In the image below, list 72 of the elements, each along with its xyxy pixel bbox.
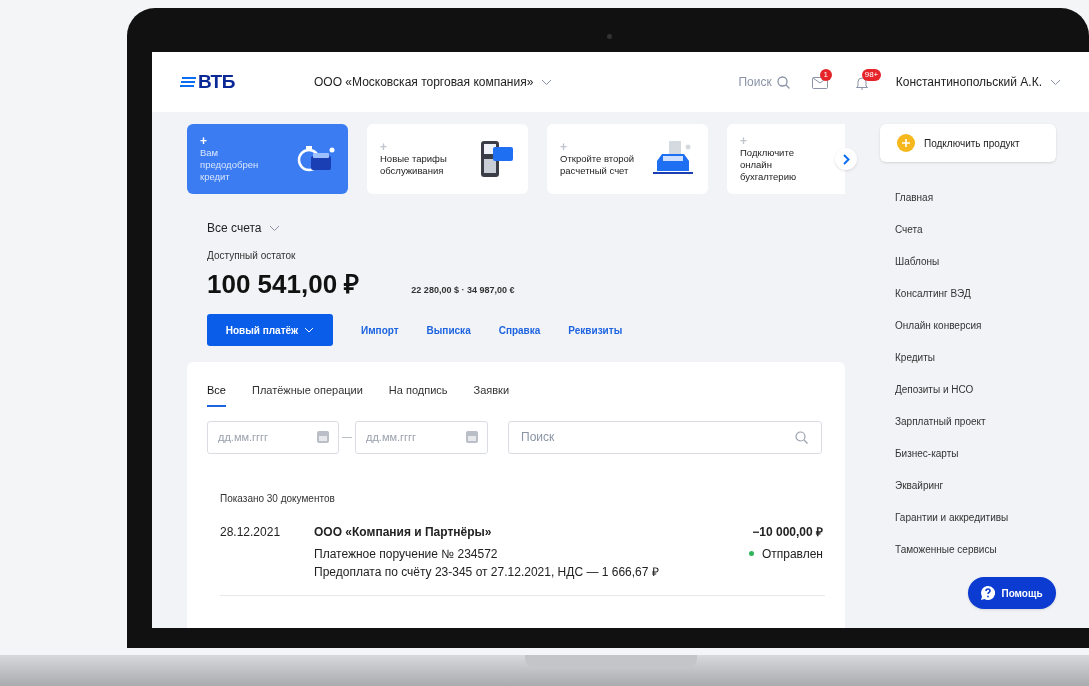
chevron-down-icon bbox=[541, 78, 553, 86]
sidebar-item[interactable]: Шаблоны bbox=[880, 246, 1060, 278]
plus-sign: + bbox=[380, 141, 388, 153]
calendar-icon bbox=[466, 430, 478, 443]
sidebar-item[interactable]: Зарплатный проект bbox=[880, 406, 1060, 438]
payment-status: Отправлен bbox=[761, 545, 823, 563]
search-icon bbox=[776, 75, 790, 89]
action-link[interactable]: Импорт bbox=[361, 322, 399, 338]
plus-sign: + bbox=[740, 135, 748, 147]
counterparty-name: ООО «Компания и Партнёры» bbox=[314, 523, 493, 541]
card-terminal-icon bbox=[479, 139, 515, 179]
promo-card[interactable]: + Новые тарифы обслуживания bbox=[367, 124, 528, 194]
sidebar-item[interactable]: Депозиты и НСО bbox=[880, 374, 1060, 406]
new-payment-button[interactable]: Новый платёж bbox=[207, 314, 333, 346]
balance-amount: 100 541,00 ₽ bbox=[207, 268, 360, 301]
document-number: Платежное поручение № 234572 bbox=[314, 545, 499, 563]
tab[interactable]: На подпись bbox=[388, 382, 448, 407]
chevron-down-icon bbox=[1050, 78, 1061, 86]
accounts-selector[interactable]: Все счета bbox=[207, 219, 281, 237]
sidebar-item[interactable]: Главная bbox=[880, 182, 1060, 214]
sidebar-item[interactable]: Эквайринг bbox=[880, 470, 1060, 502]
notification-badge: 98+ bbox=[861, 69, 882, 81]
action-link[interactable]: Справка bbox=[498, 322, 541, 338]
next-arrow-button[interactable] bbox=[835, 148, 857, 170]
promo-text: Откройте второй расчетный счет bbox=[560, 153, 636, 177]
mail-icon[interactable] bbox=[811, 77, 828, 89]
promo-text: Новые тарифы обслуживания bbox=[380, 153, 448, 177]
currency-balances: 22 280,00 $ · 34 987,00 € bbox=[411, 284, 515, 297]
bell-icon[interactable] bbox=[855, 76, 868, 90]
connect-product-button[interactable]: Подключить продукт bbox=[880, 124, 1056, 162]
payment-amount: −10 000,00 ₽ bbox=[752, 523, 823, 541]
question-bubble-icon bbox=[981, 586, 996, 600]
promo-card[interactable]: + Подключите онлайн бухгалтерию bbox=[727, 124, 845, 194]
date-to-field[interactable]: дд.мм.гггг bbox=[355, 420, 488, 454]
promo-text: Подключите онлайн бухгалтерию bbox=[740, 147, 798, 183]
sidebar-item[interactable]: Счета bbox=[880, 214, 1060, 246]
sidebar-item[interactable]: Таможенные сервисы bbox=[880, 534, 1060, 566]
sidebar-item[interactable]: Онлайн конверсия bbox=[880, 310, 1060, 342]
stopwatch-wallet-icon bbox=[297, 144, 335, 174]
documents-count: Показано 30 документов bbox=[220, 491, 336, 506]
tab[interactable]: Все bbox=[207, 382, 226, 407]
plus-sign: + bbox=[200, 135, 208, 147]
range-dash bbox=[342, 436, 352, 438]
tab[interactable]: Заявки bbox=[473, 382, 510, 407]
promo-text: Вам предодобрен кредит bbox=[200, 147, 260, 183]
promo-card[interactable]: + Откройте второй расчетный счет bbox=[547, 124, 708, 194]
payment-purpose: Предоплата по счёту 23-345 от 27.12.2021, НДС — 1 666,67 ₽ bbox=[314, 563, 660, 581]
chevron-down-icon bbox=[304, 327, 315, 333]
logo-text: ВТБ bbox=[198, 69, 235, 94]
tab[interactable]: Платёжные операции bbox=[251, 382, 363, 407]
sidebar-item[interactable]: Гарантии и аккредитивы bbox=[880, 502, 1060, 534]
document-date: 28.12.2021 bbox=[220, 523, 282, 541]
calendar-icon bbox=[317, 430, 329, 443]
help-button[interactable]: Помощь bbox=[968, 577, 1056, 609]
promo-card[interactable]: + Вам предодобрен кредит bbox=[187, 124, 348, 194]
plus-circle-icon bbox=[897, 134, 915, 152]
sidebar-item[interactable]: Кредиты bbox=[880, 342, 1060, 374]
search-field[interactable]: Поиск bbox=[508, 420, 822, 454]
user-menu[interactable]: Константинопольский А.К. bbox=[895, 73, 1061, 91]
logo-stripes-icon bbox=[180, 77, 196, 87]
action-link[interactable]: Реквизиты bbox=[568, 322, 623, 338]
sidebar-item[interactable]: Бизнес-карты bbox=[880, 438, 1060, 470]
balance-label: Доступный остаток bbox=[207, 249, 297, 263]
search-icon bbox=[795, 430, 808, 444]
plus-sign: + bbox=[560, 141, 568, 153]
sidebar-item[interactable]: Консалтинг ВЭД bbox=[880, 278, 1060, 310]
action-link[interactable]: Выписка bbox=[426, 322, 471, 338]
mail-badge: 1 bbox=[819, 69, 832, 81]
chevron-down-icon bbox=[269, 224, 281, 232]
chevron-right-icon bbox=[842, 153, 850, 165]
company-selector[interactable]: ООО «Московская торговая компания» bbox=[314, 73, 553, 91]
date-from-field[interactable]: дд.мм.гггг bbox=[207, 420, 339, 454]
